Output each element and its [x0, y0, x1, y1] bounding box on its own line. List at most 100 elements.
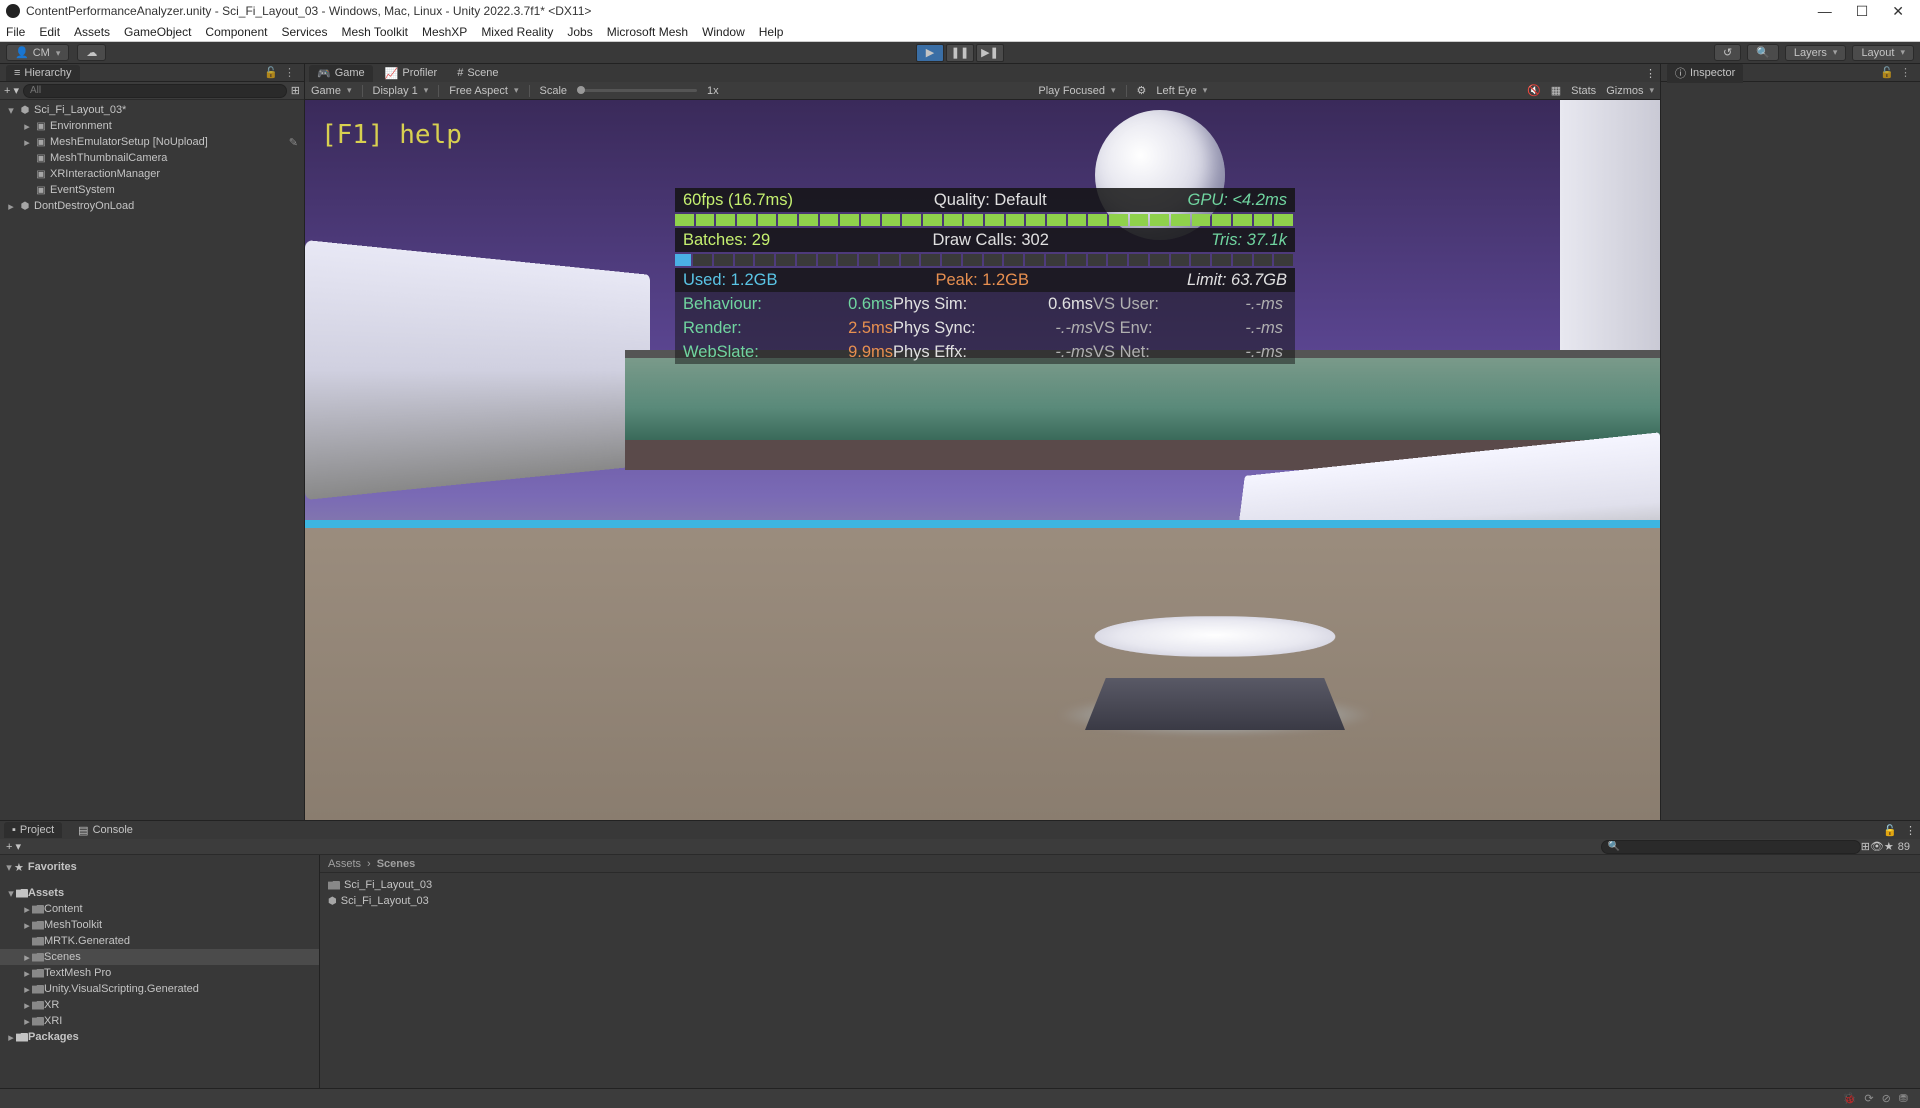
tab-game[interactable]: 🎮 Game — [309, 65, 373, 82]
menu-jobs[interactable]: Jobs — [567, 25, 592, 39]
scale-value: 1x — [707, 85, 719, 97]
hierarchy-lock-icon[interactable]: 🔓 — [261, 66, 281, 79]
tab-profiler[interactable]: 📈 Profiler — [377, 65, 446, 82]
hierarchy-tree[interactable]: ▾⬢Sci_Fi_Layout_03*▸▣Environment▸▣MeshEm… — [0, 100, 304, 820]
asset-list[interactable]: Sci_Fi_Layout_03⬢ Sci_Fi_Layout_03 — [320, 873, 1920, 913]
step-button[interactable]: ▶❚ — [976, 44, 1004, 62]
inspector-tab[interactable]: ⓘ Inspector — [1667, 63, 1743, 83]
menu-microsoft-mesh[interactable]: Microsoft Mesh — [607, 25, 688, 39]
game-menu-icon[interactable]: ⋮ — [1645, 67, 1656, 80]
main-toolbar: 👤 CM ☁ ▶ ❚❚ ▶❚ ↺ 🔍 Layers Layout — [0, 42, 1920, 64]
menu-gameobject[interactable]: GameObject — [124, 25, 191, 39]
wall-prop — [305, 240, 650, 500]
menu-help[interactable]: Help — [759, 25, 784, 39]
project-tree-item[interactable]: ▾ Assets — [0, 885, 319, 901]
favorites-header[interactable]: ▾★ Favorites — [0, 859, 319, 875]
close-button[interactable]: ✕ — [1892, 3, 1904, 20]
folder-icon — [32, 953, 44, 962]
hierarchy-filter-icon[interactable]: ⊞ — [291, 84, 300, 97]
stats-icon[interactable]: ▦ — [1551, 84, 1561, 97]
menu-edit[interactable]: Edit — [39, 25, 60, 39]
table-prop — [1085, 600, 1345, 730]
project-tree-item[interactable]: ▸ TextMesh Pro — [0, 965, 319, 981]
hierarchy-menu-icon[interactable]: ⋮ — [281, 66, 298, 79]
project-breadcrumb[interactable]: Assets › Scenes — [320, 855, 1920, 873]
display-dropdown[interactable]: Display 1 — [373, 85, 429, 97]
asset-item[interactable]: ⬢ Sci_Fi_Layout_03 — [328, 893, 1912, 909]
project-filter-icon[interactable]: ⊞ — [1861, 840, 1870, 853]
project-tree-item[interactable]: MRTK.Generated — [0, 933, 319, 949]
gizmos-dropdown[interactable]: Gizmos — [1606, 85, 1654, 97]
project-create-dropdown[interactable]: + ▾ — [6, 840, 21, 853]
hierarchy-tab[interactable]: ≡ Hierarchy — [6, 65, 80, 81]
pause-button[interactable]: ❚❚ — [946, 44, 974, 62]
perf-batches: Batches: 29 — [683, 228, 770, 252]
scale-slider[interactable] — [577, 89, 697, 92]
play-focused-dropdown[interactable]: Play Focused — [1038, 85, 1115, 97]
breadcrumb-root[interactable]: Assets — [328, 858, 361, 870]
layout-dropdown[interactable]: Layout — [1852, 45, 1914, 61]
minimize-button[interactable]: — — [1818, 3, 1832, 20]
project-tree-item[interactable]: ▸ XR — [0, 997, 319, 1013]
status-auto-icon[interactable]: ⟳ — [1860, 1092, 1877, 1105]
project-search-input[interactable] — [1601, 840, 1861, 854]
undo-history-button[interactable]: ↺ — [1714, 44, 1741, 61]
hierarchy-item[interactable]: ▣XRInteractionManager — [0, 166, 304, 182]
status-disabled-icon[interactable]: ⊘ — [1878, 1092, 1895, 1105]
inspector-lock-icon[interactable]: 🔓 — [1877, 66, 1897, 79]
menu-file[interactable]: File — [6, 25, 25, 39]
project-tree-item[interactable]: ▸ XRI — [0, 1013, 319, 1029]
hierarchy-item[interactable]: ▾⬢Sci_Fi_Layout_03* — [0, 102, 304, 118]
cloud-button[interactable]: ☁ — [77, 44, 106, 61]
project-star-icon[interactable]: ★ — [1884, 840, 1894, 853]
project-menu-icon[interactable]: ⋮ — [1905, 824, 1916, 837]
project-tree-item[interactable]: ▸ Scenes — [0, 949, 319, 965]
menu-window[interactable]: Window — [702, 25, 745, 39]
menu-services[interactable]: Services — [281, 25, 327, 39]
tab-project[interactable]: ▪ Project — [4, 822, 62, 838]
menu-component[interactable]: Component — [205, 25, 267, 39]
folder-icon — [32, 969, 44, 978]
account-dropdown[interactable]: 👤 CM — [6, 44, 69, 61]
project-tree-item[interactable]: ▸ MeshToolkit — [0, 917, 319, 933]
hierarchy-item[interactable]: ▣MeshThumbnailCamera — [0, 150, 304, 166]
performance-overlay: 60fps (16.7ms)Quality: DefaultGPU: <4.2m… — [675, 188, 1295, 364]
project-tree-item[interactable]: ▸ Content — [0, 901, 319, 917]
menu-assets[interactable]: Assets — [74, 25, 110, 39]
tab-console[interactable]: ▤ Console — [70, 822, 141, 839]
perf-drawcalls: Draw Calls: 302 — [932, 228, 1048, 252]
project-tree[interactable]: ▾★ Favorites ▾ Assets▸ Content▸ MeshTool… — [0, 855, 320, 1088]
hierarchy-search-input[interactable] — [23, 84, 287, 98]
maximize-button[interactable]: ☐ — [1856, 3, 1869, 20]
status-bug-icon[interactable]: 🐞 — [1839, 1092, 1861, 1105]
perf-fps: 60fps (16.7ms) — [683, 188, 793, 212]
play-button[interactable]: ▶ — [916, 44, 944, 62]
game-viewport[interactable]: [F1] help 60fps (16.7ms)Quality: Default… — [305, 100, 1660, 820]
create-dropdown[interactable]: + ▾ — [4, 84, 19, 97]
hierarchy-item[interactable]: ▸⬢DontDestroyOnLoad — [0, 198, 304, 214]
project-tree-item[interactable]: ▸ Packages — [0, 1029, 319, 1045]
project-tree-item[interactable]: ▸ Unity.VisualScripting.Generated — [0, 981, 319, 997]
asset-item[interactable]: Sci_Fi_Layout_03 — [328, 877, 1912, 893]
hierarchy-panel: ≡ Hierarchy 🔓 ⋮ + ▾ ⊞ ▾⬢Sci_Fi_Layout_03… — [0, 64, 305, 820]
hierarchy-item[interactable]: ▣EventSystem — [0, 182, 304, 198]
hierarchy-item[interactable]: ▸▣MeshEmulatorSetup [NoUpload] ✎ — [0, 134, 304, 150]
tab-scene[interactable]: # Scene — [449, 65, 506, 81]
game-mode-dropdown[interactable]: Game — [311, 85, 352, 97]
menu-mesh-toolkit[interactable]: Mesh Toolkit — [341, 25, 407, 39]
project-hidden-icon[interactable]: 👁 — [1870, 840, 1884, 853]
status-cache-icon[interactable]: ⛃ — [1895, 1092, 1912, 1105]
eye-dropdown[interactable]: Left Eye — [1156, 85, 1207, 97]
inspector-menu-icon[interactable]: ⋮ — [1897, 66, 1914, 79]
aspect-dropdown[interactable]: Free Aspect — [449, 85, 518, 97]
project-lock-icon[interactable]: 🔓 — [1883, 824, 1897, 837]
search-global-button[interactable]: 🔍 — [1747, 44, 1779, 61]
mute-icon[interactable]: 🔇 — [1527, 84, 1541, 97]
gear-icon[interactable]: ⚙ — [1137, 84, 1147, 97]
breadcrumb-current[interactable]: Scenes — [377, 858, 416, 870]
menu-meshxp[interactable]: MeshXP — [422, 25, 467, 39]
hierarchy-item[interactable]: ▸▣Environment — [0, 118, 304, 134]
stats-button[interactable]: Stats — [1571, 85, 1596, 97]
layers-dropdown[interactable]: Layers — [1785, 45, 1847, 61]
menu-mixed-reality[interactable]: Mixed Reality — [481, 25, 553, 39]
